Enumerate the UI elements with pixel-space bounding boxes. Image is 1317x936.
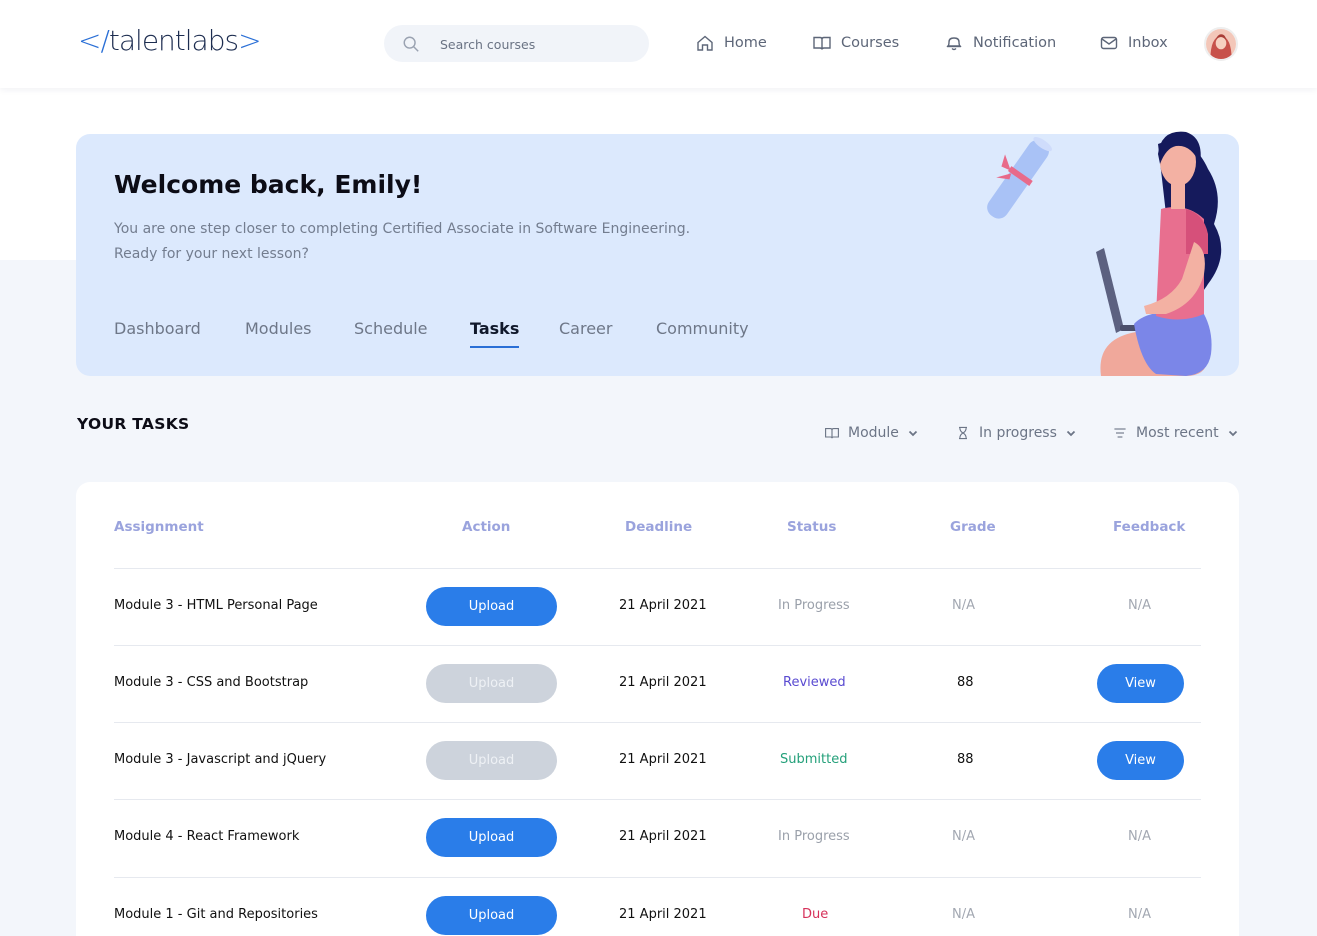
tab-community[interactable]: Community <box>656 319 749 338</box>
column-header-grade: Grade <box>950 519 996 535</box>
grade: N/A <box>952 829 975 844</box>
upload-button[interactable]: Upload <box>426 587 557 626</box>
column-header-feedback: Feedback <box>1113 519 1186 535</box>
status-badge: In Progress <box>778 598 850 613</box>
deadline: 21 April 2021 <box>619 829 707 844</box>
status-filter-label: In progress <box>979 425 1057 441</box>
feedback: N/A <box>1128 598 1151 613</box>
column-header-action: Action <box>462 519 511 535</box>
logo-bracket-close: > <box>238 24 261 57</box>
deadline: 21 April 2021 <box>619 675 707 690</box>
module-filter-dropdown[interactable]: Module <box>824 423 919 443</box>
grade: 88 <box>957 752 974 767</box>
deadline: 21 April 2021 <box>619 907 707 922</box>
nav-courses-label: Courses <box>841 35 900 51</box>
assignment-name: Module 1 - Git and Repositories <box>114 907 318 922</box>
deadline: 21 April 2021 <box>619 752 707 767</box>
hourglass-icon <box>959 426 967 440</box>
feedback: N/A <box>1128 907 1151 922</box>
row-divider <box>114 568 1201 569</box>
view-feedback-button[interactable]: View <box>1097 741 1184 780</box>
column-header-assignment: Assignment <box>114 519 204 535</box>
upload-button[interactable]: Upload <box>426 896 557 935</box>
tab-tasks[interactable]: Tasks <box>470 319 520 348</box>
student-illustration <box>987 131 1222 376</box>
book-icon <box>825 428 839 439</box>
nav-inbox-label: Inbox <box>1128 35 1168 51</box>
search-bar <box>384 25 649 62</box>
assignment-name: Module 3 - CSS and Bootstrap <box>114 675 309 690</box>
mail-icon <box>1100 36 1118 50</box>
tab-career[interactable]: Career <box>559 319 612 338</box>
nav-notification-label: Notification <box>973 35 1057 51</box>
welcome-banner: Welcome back, Emily! You are one step cl… <box>76 131 1239 376</box>
nav-home-label: Home <box>724 35 767 51</box>
upload-button[interactable]: Upload <box>426 818 557 857</box>
sort-filter-dropdown[interactable]: Most recent <box>1112 423 1239 443</box>
avatar[interactable] <box>1204 27 1238 61</box>
chevron-down-icon <box>908 430 918 437</box>
nav-inbox[interactable]: Inbox <box>1099 31 1168 55</box>
tasks-section-title: YOUR TASKS <box>77 415 190 433</box>
chevron-down-icon <box>1228 430 1237 437</box>
search-input[interactable] <box>440 33 630 55</box>
status-badge: Due <box>802 907 829 922</box>
nav-notification[interactable]: Notification <box>944 31 1056 55</box>
feedback: N/A <box>1128 829 1151 844</box>
welcome-subtitle-line1: You are one step closer to completing Ce… <box>114 221 691 237</box>
welcome-subtitle: You are one step closer to completing Ce… <box>114 217 754 267</box>
chevron-down-icon <box>1066 430 1076 437</box>
welcome-subtitle-line2: Ready for your next lesson? <box>114 246 309 262</box>
upload-button[interactable]: Upload <box>426 664 557 703</box>
logo-text: talentlabs <box>108 24 239 57</box>
assignment-name: Module 3 - Javascript and jQuery <box>114 752 327 767</box>
grade: 88 <box>957 675 974 690</box>
column-header-status: Status <box>787 519 837 535</box>
tab-dashboard[interactable]: Dashboard <box>114 319 201 338</box>
sort-icon <box>1114 428 1126 438</box>
status-badge: Submitted <box>780 752 848 767</box>
row-divider <box>114 645 1201 646</box>
tasks-table-card <box>76 482 1239 936</box>
nav-home[interactable]: Home <box>695 31 767 55</box>
nav-courses[interactable]: Courses <box>812 31 899 55</box>
assignment-name: Module 3 - HTML Personal Page <box>114 598 318 613</box>
tab-schedule[interactable]: Schedule <box>354 319 428 338</box>
deadline: 21 April 2021 <box>619 598 707 613</box>
row-divider <box>114 877 1201 878</box>
top-header: </talentlabs> Home Courses Notification … <box>0 0 1317 88</box>
tab-modules[interactable]: Modules <box>245 319 312 338</box>
view-feedback-button[interactable]: View <box>1097 664 1184 703</box>
row-divider <box>114 799 1201 800</box>
status-filter-dropdown[interactable]: In progress <box>955 423 1077 443</box>
bell-icon <box>946 37 962 51</box>
status-badge: Reviewed <box>783 675 846 690</box>
search-icon <box>403 36 419 52</box>
row-divider <box>114 722 1201 723</box>
welcome-title: Welcome back, Emily! <box>114 170 423 199</box>
brand-logo[interactable]: </talentlabs> <box>78 24 262 57</box>
book-icon <box>813 36 831 50</box>
status-badge: In Progress <box>778 829 850 844</box>
upload-button[interactable]: Upload <box>426 741 557 780</box>
grade: N/A <box>952 907 975 922</box>
home-icon <box>697 35 713 51</box>
logo-bracket-open: </ <box>78 24 110 57</box>
sort-filter-label: Most recent <box>1136 425 1219 441</box>
assignment-name: Module 4 - React Framework <box>114 829 300 844</box>
grade: N/A <box>952 598 975 613</box>
column-header-deadline: Deadline <box>625 519 693 535</box>
module-filter-label: Module <box>848 425 899 441</box>
